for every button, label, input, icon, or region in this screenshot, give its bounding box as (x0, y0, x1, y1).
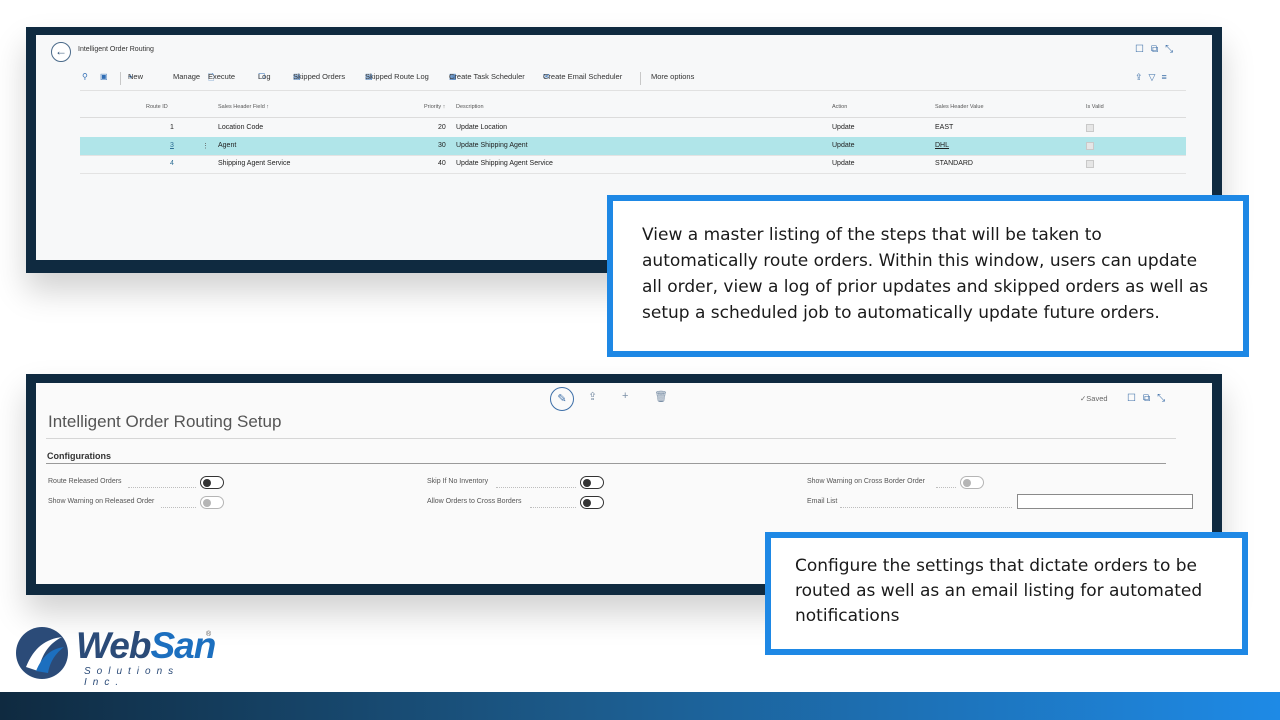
logo-subtitle: Solutions Inc. (84, 666, 180, 688)
column-header-route-id[interactable]: Route ID (146, 104, 168, 110)
description-cell: Update Shipping Agent Service (456, 160, 553, 167)
sales-header-value-cell[interactable]: DHL (935, 142, 949, 149)
share-icon[interactable]: ⇪ (1135, 72, 1149, 82)
page-title: Intelligent Order Routing Setup (48, 412, 282, 431)
table-row[interactable]: 3 ⋮ Agent 30 Update Shipping Agent Updat… (80, 137, 1186, 156)
column-header-sales-header-value[interactable]: Sales Header Value (935, 104, 984, 110)
show-warning-cross-border-label: Show Warning on Cross Border Order (807, 478, 926, 485)
bookmark-icon[interactable]: ☐ (1135, 44, 1151, 55)
section-heading-configurations[interactable]: Configurations (47, 451, 111, 461)
route-id-cell[interactable]: 1 (170, 124, 174, 131)
skip-if-no-inventory-toggle[interactable] (580, 476, 604, 489)
route-id-cell[interactable]: 4 (170, 160, 174, 167)
action-cell: Update (832, 124, 855, 131)
description-cell: Update Location (456, 124, 507, 131)
callout-list-description: View a master listing of the steps that … (607, 195, 1249, 357)
show-warning-released-label: Show Warning on Released Order (48, 498, 155, 505)
window-actions: ☐⧉⤡ (1135, 44, 1180, 55)
footer-gradient-bar (0, 692, 1280, 720)
list-toolbar-right: ⇪▽≡ (1135, 72, 1173, 83)
show-warning-cross-border-toggle[interactable] (960, 476, 984, 489)
show-warning-released-toggle[interactable] (200, 496, 224, 509)
saved-status: ✓Saved (1080, 394, 1108, 403)
trash-icon[interactable]: 🗑 (654, 390, 668, 403)
collapse-icon[interactable]: ⤡ (1157, 393, 1172, 404)
route-released-orders-label: Route Released Orders (48, 478, 122, 485)
row-actions-icon[interactable]: ⋮ (202, 142, 209, 150)
plus-icon[interactable]: + (622, 390, 628, 402)
column-header-description[interactable]: Description (456, 104, 484, 110)
sales-header-field-cell: Agent (218, 142, 237, 149)
table-row[interactable]: 4 Shipping Agent Service 40 Update Shipp… (80, 155, 1186, 174)
bookmark-icon[interactable]: ☐ (1127, 393, 1143, 404)
priority-cell: 20 (438, 124, 446, 131)
priority-cell: 30 (438, 142, 446, 149)
filter-icon[interactable]: ▽ (1149, 72, 1162, 82)
websan-logo: WebSan ® Solutions Inc. (16, 625, 216, 688)
more-options-button[interactable]: More options (651, 72, 694, 81)
setup-window-actions: ☐⧉⤡ (1127, 393, 1172, 404)
back-arrow-icon[interactable]: ← (51, 42, 71, 62)
allow-cross-borders-toggle[interactable] (580, 496, 604, 509)
description-cell: Update Shipping Agent (456, 142, 528, 149)
priority-cell: 40 (438, 160, 446, 167)
callout-text: Configure the settings that dictate orde… (795, 556, 1203, 626)
skip-if-no-inventory-label: Skip If No Inventory (427, 478, 489, 485)
column-header-sales-header-field[interactable]: Sales Header Field ↑ (218, 104, 269, 110)
column-header-is-valid[interactable]: Is Valid (1086, 104, 1104, 110)
list-toolbar: ⚲ ▣ + New Manage 🗋 Execute ☐ Log ▤ Skipped O… (78, 72, 1198, 86)
allow-cross-borders-label: Allow Orders to Cross Borders (427, 498, 522, 505)
websan-wordmark: WebSan (76, 625, 216, 666)
sales-header-field-cell: Shipping Agent Service (218, 160, 291, 167)
is-valid-checkbox (1086, 142, 1094, 150)
websan-swoosh-icon (16, 627, 68, 679)
collapse-icon[interactable]: ⤡ (1165, 44, 1180, 55)
share-icon[interactable]: ⇪ (588, 390, 597, 403)
registered-mark: ® (206, 631, 212, 638)
open-new-window-icon[interactable]: ⧉ (1151, 44, 1165, 55)
sales-header-field-cell: Location Code (218, 124, 264, 131)
email-list-input[interactable] (1017, 494, 1193, 509)
callout-text: View a master listing of the steps that … (642, 225, 1209, 323)
action-cell: Update (832, 160, 855, 167)
list-window-title: Intelligent Order Routing (78, 46, 154, 53)
is-valid-checkbox (1086, 124, 1094, 132)
table-row[interactable]: 1 Location Code 20 Update Location Updat… (80, 119, 1186, 138)
action-cell: Update (832, 142, 855, 149)
sales-header-value-cell: EAST (935, 124, 954, 131)
email-list-label: Email List (807, 498, 838, 505)
open-new-window-icon[interactable]: ⧉ (1143, 393, 1157, 404)
sales-header-value-cell: STANDARD (935, 160, 973, 167)
list-menu-icon[interactable]: ≡ (1161, 72, 1172, 82)
route-released-orders-toggle[interactable] (200, 476, 224, 489)
manage-button[interactable]: Manage (173, 72, 200, 81)
route-id-cell[interactable]: 3 (170, 142, 174, 149)
column-header-priority[interactable]: Priority ↑ (424, 104, 445, 110)
edit-pencil-icon[interactable]: ✎ (550, 387, 574, 411)
is-valid-checkbox (1086, 160, 1094, 168)
column-header-action[interactable]: Action (832, 104, 847, 110)
callout-setup-description: Configure the settings that dictate orde… (765, 532, 1248, 655)
